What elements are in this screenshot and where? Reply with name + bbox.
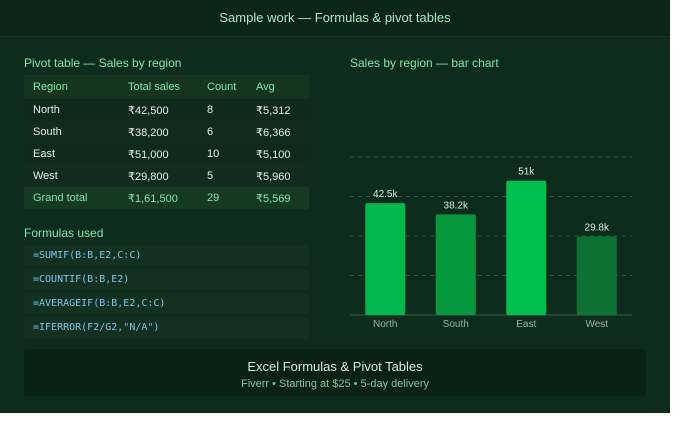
grand-total-label: Grand total — [24, 187, 119, 209]
avg-cell: ₹5,312 — [247, 99, 309, 121]
page-title: Sample work — Formulas & pivot tables — [0, 0, 670, 37]
avg-cell: ₹5,960 — [247, 165, 309, 187]
count-cell: 6 — [198, 121, 247, 143]
category-label: West — [585, 319, 608, 330]
bar — [435, 214, 476, 315]
column-header-region: Region — [24, 75, 119, 99]
column-header-avg: Avg — [247, 75, 309, 99]
region-cell: North — [24, 99, 119, 121]
data-label: 42.5k — [373, 189, 398, 200]
region-cell: West — [24, 165, 119, 187]
column-header-total-sales: Total sales — [119, 75, 198, 99]
data-label: 38.2k — [444, 200, 469, 211]
table-row: North ₹42,500 8 ₹5,312 — [24, 99, 309, 121]
grand-total-row: Grand total ₹1,61,500 29 ₹5,569 — [24, 187, 309, 209]
region-cell: South — [24, 121, 119, 143]
grand-total-sales: ₹1,61,500 — [119, 187, 198, 209]
table-row: South ₹38,200 6 ₹6,366 — [24, 121, 309, 143]
count-cell: 5 — [198, 165, 247, 187]
banner-title: Excel Formulas & Pivot Tables — [247, 359, 423, 374]
formula-item: =SUMIF(B:B,E2,C:C) — [24, 245, 309, 266]
total-sales-cell: ₹51,000 — [119, 143, 198, 165]
banner-subtitle: Fiverr • Starting at $25 • 5-day deliver… — [240, 378, 430, 390]
column-header-count: Count — [198, 75, 247, 99]
formula-item: =COUNTIF(B:B,E2) — [24, 269, 309, 290]
count-cell: 8 — [198, 99, 247, 121]
total-sales-cell: ₹42,500 — [119, 99, 198, 121]
formulas-title: Formulas used — [24, 226, 104, 240]
table-row: East ₹51,000 10 ₹5,100 — [24, 143, 309, 165]
avg-cell: ₹6,366 — [247, 121, 309, 143]
formula-item: =IFERROR(F2/G2,"N/A") — [24, 317, 309, 338]
pivot-title: Pivot table — Sales by region — [24, 56, 182, 70]
count-cell: 10 — [198, 143, 247, 165]
bar — [365, 203, 406, 315]
chart-title: Sales by region — bar chart — [350, 56, 499, 70]
category-label: East — [516, 319, 536, 330]
region-cell: East — [24, 143, 119, 165]
data-label: 51k — [518, 167, 535, 178]
pivot-table: Region Total sales Count Avg North ₹42,5… — [24, 75, 309, 209]
sample-work-card: Sample work — Formulas & pivot tables Pi… — [0, 0, 670, 413]
grand-total-avg: ₹5,569 — [247, 187, 309, 209]
total-sales-cell: ₹29,800 — [119, 165, 198, 187]
bar-chart: 42.5k North 38.2k South 51k East 29.8k West — [350, 140, 632, 340]
bar — [576, 236, 617, 315]
formula-item: =AVERAGEIF(B:B,E2,C:C) — [24, 293, 309, 314]
category-label: South — [443, 319, 469, 330]
total-sales-cell: ₹38,200 — [119, 121, 198, 143]
bar-chart-svg: 42.5k North 38.2k South 51k East 29.8k West — [350, 156, 632, 330]
service-banner: Excel Formulas & Pivot Tables Fiverr • S… — [24, 349, 646, 396]
table-row: West ₹29,800 5 ₹5,960 — [24, 165, 309, 187]
avg-cell: ₹5,100 — [247, 143, 309, 165]
grand-total-count: 29 — [198, 187, 247, 209]
data-label: 29.8k — [585, 223, 610, 234]
category-label: North — [373, 319, 397, 330]
pivot-header-row: Region Total sales Count Avg — [24, 75, 309, 99]
bar — [506, 180, 547, 315]
